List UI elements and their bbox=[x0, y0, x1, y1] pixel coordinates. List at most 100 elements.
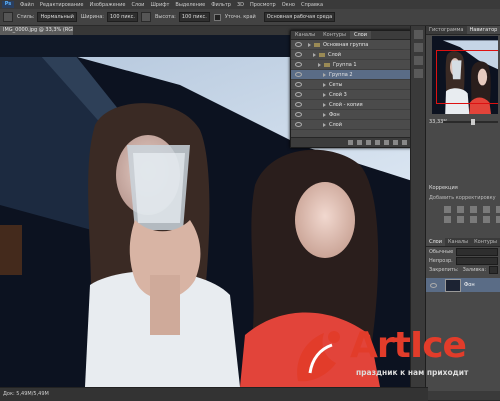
curves-icon[interactable] bbox=[470, 206, 477, 213]
zoom-slider[interactable] bbox=[443, 121, 498, 123]
style-select[interactable]: Нормальный bbox=[37, 12, 76, 22]
tab-histogram[interactable]: Гистограмма bbox=[426, 26, 467, 34]
layer-row[interactable]: Слой - копия bbox=[291, 100, 411, 110]
width-label: Ширина: bbox=[81, 14, 104, 20]
trash-icon[interactable] bbox=[402, 140, 407, 145]
refine-edge-button[interactable]: Уточн. край bbox=[225, 14, 256, 20]
actions-icon[interactable] bbox=[414, 43, 423, 52]
eye-icon[interactable] bbox=[295, 122, 302, 127]
menu-item-select[interactable]: Выделение bbox=[172, 2, 208, 8]
vibrance-icon[interactable] bbox=[496, 206, 500, 213]
layer-name: Сеты bbox=[329, 82, 342, 88]
adjustment-icon[interactable] bbox=[375, 140, 380, 145]
menu-item-filter[interactable]: Фильтр bbox=[208, 2, 234, 8]
folder-icon bbox=[324, 63, 330, 67]
tab-channels-dock[interactable]: Каналы bbox=[445, 238, 471, 246]
channel-mixer-icon[interactable] bbox=[496, 216, 500, 223]
zoom-row: 33,33% bbox=[429, 118, 498, 126]
layer-row[interactable]: Слой bbox=[291, 50, 411, 60]
disclosure-triangle-icon[interactable] bbox=[318, 63, 321, 67]
eye-icon[interactable] bbox=[295, 72, 302, 77]
disclosure-triangle-icon[interactable] bbox=[323, 103, 326, 107]
menu-item-image[interactable]: Изображение bbox=[86, 2, 128, 8]
exposure-icon[interactable] bbox=[483, 206, 490, 213]
link-icon[interactable] bbox=[348, 140, 353, 145]
new-layer-icon[interactable] bbox=[393, 140, 398, 145]
history-icon[interactable] bbox=[414, 30, 423, 39]
menu-item-edit[interactable]: Редактирование bbox=[37, 2, 87, 8]
disclosure-triangle-icon[interactable] bbox=[313, 53, 316, 57]
opacity-field[interactable] bbox=[456, 257, 498, 265]
disclosure-triangle-icon[interactable] bbox=[323, 93, 326, 97]
layer-row[interactable]: Группа 1 bbox=[291, 60, 411, 70]
layer-row-selected[interactable]: Группа 2 bbox=[291, 70, 411, 80]
layers-panel: Каналы Контуры Слои Основная группа Слой… bbox=[290, 30, 412, 148]
layer-name: Фон bbox=[464, 282, 475, 288]
layer-row[interactable]: Основная группа bbox=[291, 40, 411, 50]
refine-checkbox[interactable] bbox=[214, 14, 221, 21]
tab-paths[interactable]: Контуры bbox=[319, 31, 350, 39]
eye-icon[interactable] bbox=[295, 52, 302, 57]
navigator-view-box[interactable] bbox=[436, 50, 498, 104]
eye-icon[interactable] bbox=[295, 62, 302, 67]
disclosure-triangle-icon[interactable] bbox=[323, 123, 326, 127]
color-balance-icon[interactable] bbox=[457, 216, 464, 223]
blend-mode-field[interactable] bbox=[456, 248, 498, 256]
character-icon[interactable] bbox=[414, 69, 423, 78]
tab-layers[interactable]: Слои bbox=[350, 31, 371, 39]
disclosure-triangle-icon[interactable] bbox=[323, 83, 326, 87]
tab-paths-dock[interactable]: Контуры bbox=[471, 238, 500, 246]
eye-icon[interactable] bbox=[295, 82, 302, 87]
eye-icon[interactable] bbox=[295, 42, 302, 47]
watermark: ArtIce праздник к нам приходит bbox=[290, 323, 500, 395]
disclosure-triangle-icon[interactable] bbox=[323, 113, 326, 117]
folder-icon bbox=[319, 53, 325, 57]
document-tab[interactable]: IMG_0000.jpg @ 33,3% (RGB/8) bbox=[0, 26, 73, 35]
watermark-text: ArtIce bbox=[350, 325, 466, 366]
layers-dock-tabs: Слои Каналы Контуры bbox=[426, 238, 500, 247]
layer-name: Слой bbox=[329, 122, 342, 128]
black-white-icon[interactable] bbox=[470, 216, 477, 223]
width-field[interactable]: 100 пикс. bbox=[107, 12, 138, 22]
layer-row[interactable]: Сеты bbox=[291, 80, 411, 90]
menu-item-3d[interactable]: 3D bbox=[234, 2, 247, 8]
disclosure-triangle-icon[interactable] bbox=[323, 73, 326, 77]
layer-row[interactable]: Слой 3 bbox=[291, 90, 411, 100]
fx-icon[interactable] bbox=[357, 140, 362, 145]
eye-icon[interactable] bbox=[295, 102, 302, 107]
tab-channels[interactable]: Каналы bbox=[291, 31, 319, 39]
tab-layers-dock[interactable]: Слои bbox=[426, 238, 445, 246]
navigator-thumbnail[interactable] bbox=[432, 36, 498, 114]
blend-mode-select[interactable]: Обычные bbox=[429, 249, 453, 255]
photo-filter-icon[interactable] bbox=[483, 216, 490, 223]
menu-item-help[interactable]: Справка bbox=[298, 2, 326, 8]
menu-item-file[interactable]: Файл bbox=[17, 2, 37, 8]
menu-item-window[interactable]: Окно bbox=[279, 2, 298, 8]
layer-row[interactable]: Слой bbox=[291, 120, 411, 130]
mask-icon[interactable] bbox=[366, 140, 371, 145]
menu-item-layers[interactable]: Слои bbox=[128, 2, 147, 8]
adjustments-title: Коррекция bbox=[426, 183, 500, 193]
layer-row[interactable]: Фон bbox=[291, 110, 411, 120]
swap-icon[interactable] bbox=[141, 12, 151, 22]
menu-item-type[interactable]: Шрифт bbox=[147, 2, 172, 8]
brightness-icon[interactable] bbox=[444, 206, 451, 213]
height-field[interactable]: 100 пикс. bbox=[179, 12, 210, 22]
eye-icon[interactable] bbox=[430, 283, 437, 288]
workspace-select[interactable]: Основная рабочая среда bbox=[264, 12, 335, 22]
eye-icon[interactable] bbox=[295, 92, 302, 97]
new-group-icon[interactable] bbox=[384, 140, 389, 145]
marquee-tool-icon[interactable] bbox=[3, 12, 13, 22]
levels-icon[interactable] bbox=[457, 206, 464, 213]
info-icon[interactable] bbox=[414, 56, 423, 65]
zoom-value[interactable]: 33,33% bbox=[429, 119, 443, 125]
tab-navigator[interactable]: Навигатор bbox=[467, 26, 500, 34]
eye-icon[interactable] bbox=[295, 112, 302, 117]
zoom-slider-knob[interactable] bbox=[471, 119, 475, 125]
fill-field[interactable] bbox=[489, 266, 498, 274]
hue-saturation-icon[interactable] bbox=[444, 216, 451, 223]
menu-item-view[interactable]: Просмотр bbox=[247, 2, 279, 8]
adjustments-subtitle: Добавить корректировку bbox=[426, 193, 500, 203]
disclosure-triangle-icon[interactable] bbox=[308, 43, 311, 47]
layer-row-background[interactable]: Фон bbox=[426, 278, 500, 292]
